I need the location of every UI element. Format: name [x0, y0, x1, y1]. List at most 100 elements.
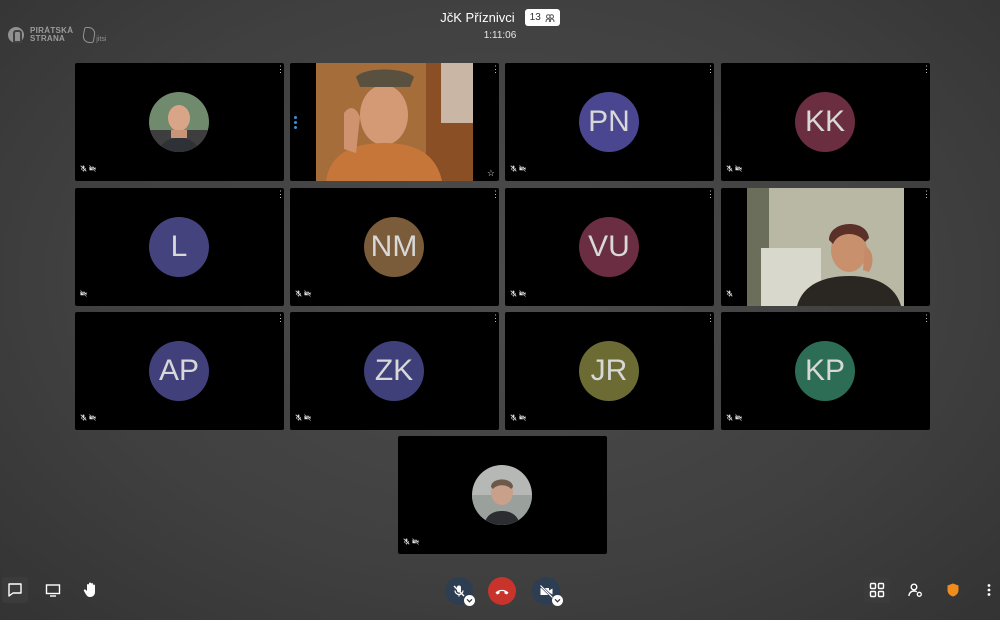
more-options-icon	[987, 584, 991, 596]
mic-muted-icon	[510, 159, 517, 177]
participant-tile[interactable]: AP ⋮	[75, 312, 284, 430]
tile-menu-icon[interactable]: ⋮	[491, 190, 499, 199]
camera-muted-icon	[304, 408, 311, 426]
tile-status-icons	[80, 284, 87, 302]
mic-muted-icon	[295, 408, 302, 426]
dominant-speaker-star-icon: ☆	[486, 168, 495, 178]
mic-muted-icon	[726, 159, 733, 177]
tile-status-icons	[726, 284, 733, 302]
participant-tile[interactable]: ZK ⋮	[290, 312, 499, 430]
participant-avatar-photo	[149, 92, 209, 152]
tile-status-icons	[403, 532, 419, 550]
camera-muted-icon	[519, 284, 526, 302]
tile-status-icons	[80, 159, 96, 177]
tile-status-icons	[510, 159, 526, 177]
chevron-down-icon	[554, 598, 561, 603]
mic-muted-icon	[80, 408, 87, 426]
more-options-button[interactable]	[978, 577, 1000, 603]
participants-button[interactable]	[902, 577, 928, 603]
participant-count-badge[interactable]: 13	[524, 9, 560, 26]
tile-status-icons	[80, 408, 96, 426]
mic-muted-icon	[80, 159, 87, 177]
tile-status-icons	[726, 408, 742, 426]
participant-tile[interactable]: VU ⋮	[505, 188, 714, 306]
participant-tile-local[interactable]	[398, 436, 607, 554]
hangup-icon	[495, 589, 509, 595]
participant-tile[interactable]: KK ⋮	[721, 63, 930, 181]
camera-muted-icon	[539, 584, 553, 598]
camera-muted-icon	[519, 408, 526, 426]
tile-status-icons	[726, 159, 742, 177]
camera-muted-icon	[89, 159, 96, 177]
participant-avatar: KK	[795, 92, 855, 152]
participants-count-icon	[545, 13, 555, 22]
mic-muted-icon	[510, 408, 517, 426]
mic-muted-icon	[295, 284, 302, 302]
tile-menu-icon[interactable]: ⋮	[706, 65, 714, 74]
tile-menu-icon[interactable]: ⋮	[922, 190, 930, 199]
tile-menu-icon[interactable]: ⋮	[276, 65, 284, 74]
chevron-down-icon	[466, 598, 473, 603]
participants-icon	[908, 583, 922, 597]
raise-hand-button[interactable]	[78, 577, 104, 603]
tile-view-icon	[869, 582, 885, 598]
mic-muted-icon	[726, 408, 733, 426]
participant-tile[interactable]: NM ⋮	[290, 188, 499, 306]
participant-avatar: NM	[364, 217, 424, 277]
toolbar	[0, 568, 1000, 620]
participant-tile[interactable]: PN ⋮	[505, 63, 714, 181]
camera-muted-icon	[735, 159, 742, 177]
drag-handle-icon[interactable]	[294, 116, 297, 131]
tile-menu-icon[interactable]: ⋮	[922, 65, 930, 74]
screenshare-icon	[45, 584, 61, 597]
meeting-title: JčK Příznivci	[440, 10, 515, 25]
microphone-options-button[interactable]	[464, 595, 475, 606]
mic-muted-icon	[510, 284, 517, 302]
participant-avatar: AP	[149, 341, 209, 401]
tile-status-icons	[510, 408, 526, 426]
tile-status-icons	[510, 284, 526, 302]
mic-muted-icon	[403, 532, 410, 550]
tile-menu-icon[interactable]: ⋮	[276, 190, 284, 199]
participant-count: 13	[529, 12, 541, 23]
mic-muted-icon	[726, 284, 733, 302]
tile-status-icons	[295, 284, 311, 302]
participant-avatar: JR	[579, 341, 639, 401]
camera-muted-icon	[80, 284, 87, 302]
microphone-muted-icon	[453, 585, 465, 597]
participant-video	[316, 63, 473, 181]
meeting-header: JčK Příznivci 13 1:11:06	[0, 9, 1000, 41]
participant-tile[interactable]: L ⋮	[75, 188, 284, 306]
participant-avatar: VU	[579, 217, 639, 277]
screenshare-button[interactable]	[40, 577, 66, 603]
tile-menu-icon[interactable]: ⋮	[922, 314, 930, 323]
tile-menu-icon[interactable]: ⋮	[706, 314, 714, 323]
hangup-button[interactable]	[488, 577, 516, 605]
meeting-timer: 1:11:06	[483, 30, 517, 41]
participant-video	[747, 188, 904, 306]
tile-menu-icon[interactable]: ⋮	[491, 65, 499, 74]
participant-avatar: ZK	[364, 341, 424, 401]
participant-tile[interactable]: KP ⋮	[721, 312, 930, 430]
camera-muted-icon	[519, 159, 526, 177]
participant-tile[interactable]: ⋮	[721, 188, 930, 306]
tile-menu-icon[interactable]: ⋮	[491, 314, 499, 323]
participant-tile[interactable]: ⋮	[75, 63, 284, 181]
tile-menu-icon[interactable]: ⋮	[706, 190, 714, 199]
camera-muted-icon	[412, 532, 419, 550]
participant-tile[interactable]: ⋮ ☆	[290, 63, 499, 181]
tile-view-button[interactable]	[864, 577, 890, 603]
security-button[interactable]	[940, 577, 966, 603]
camera-options-button[interactable]	[552, 595, 563, 606]
participant-avatar: KP	[795, 341, 855, 401]
participant-tile[interactable]: JR ⋮	[505, 312, 714, 430]
chat-icon	[8, 583, 22, 597]
camera-muted-icon	[304, 284, 311, 302]
chat-button[interactable]	[2, 577, 28, 603]
participant-avatar-photo	[472, 465, 532, 525]
security-shield-icon	[947, 583, 959, 597]
participant-avatar: L	[149, 217, 209, 277]
camera-muted-icon	[735, 408, 742, 426]
tile-status-icons	[295, 408, 311, 426]
tile-menu-icon[interactable]: ⋮	[276, 314, 284, 323]
